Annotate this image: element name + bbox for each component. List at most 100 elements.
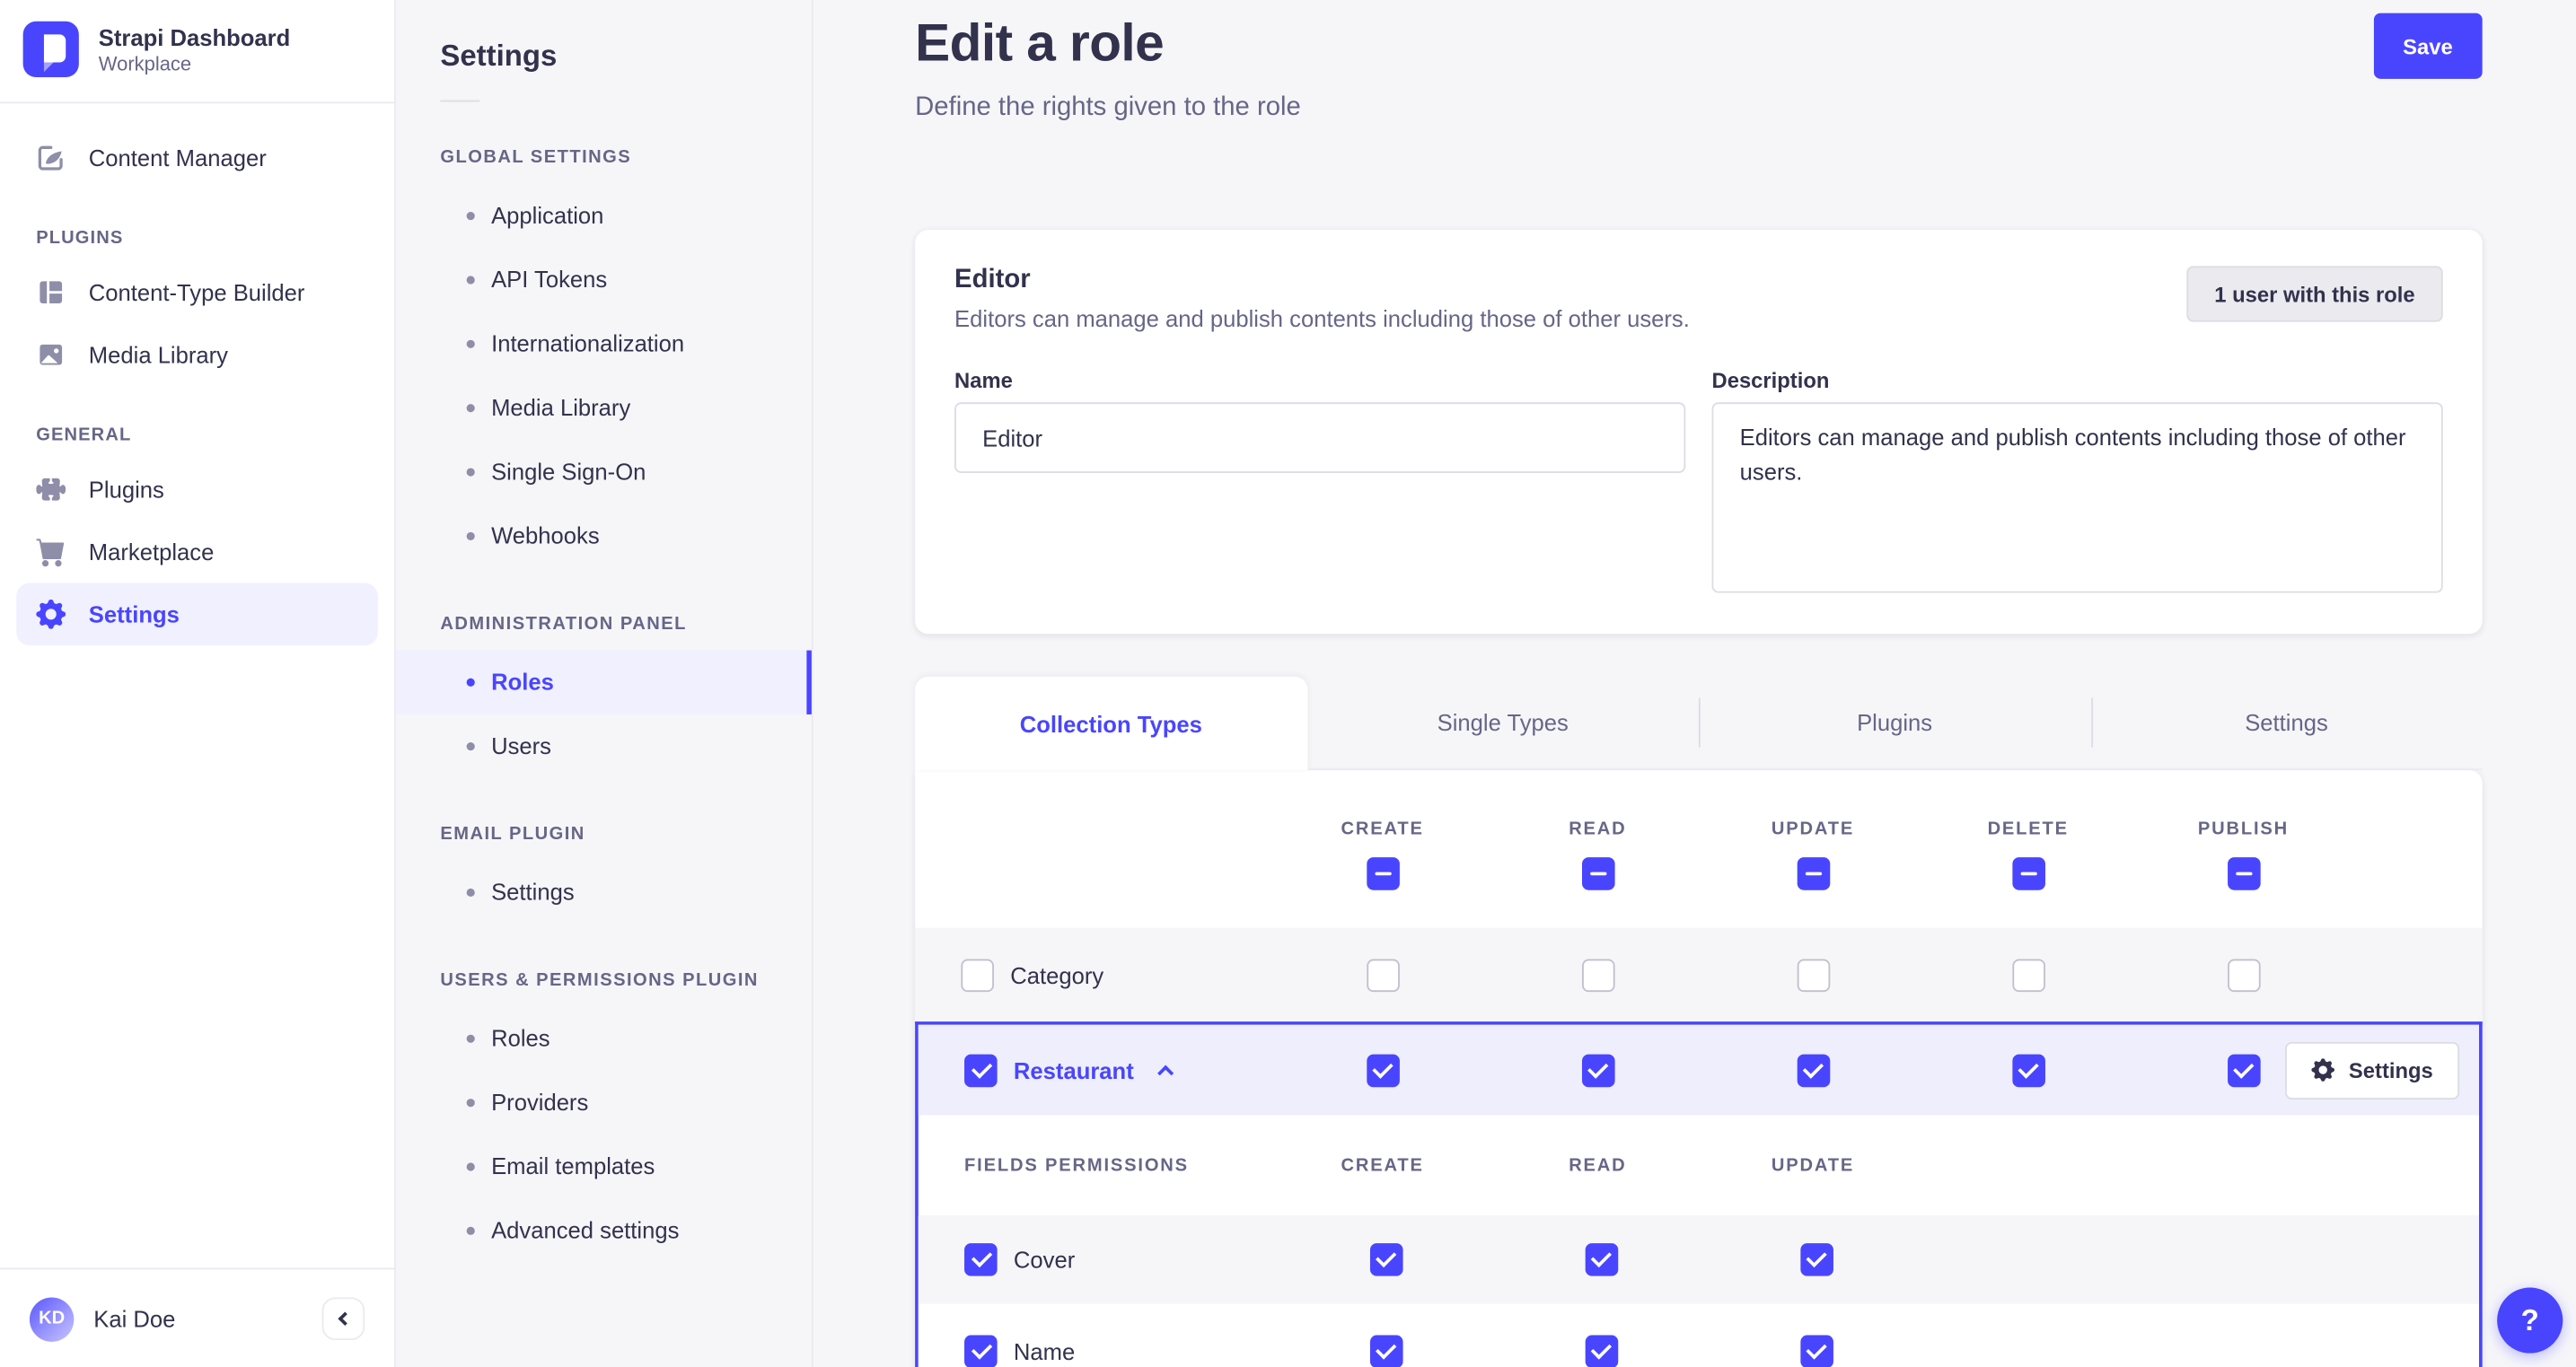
checkbox-cover-read[interactable] xyxy=(1584,1243,1618,1276)
nav-section-plugins: PLUGINS xyxy=(36,228,124,249)
nav-item-label: Content-Type Builder xyxy=(88,279,305,306)
subnav-item-application[interactable]: Application xyxy=(396,184,812,248)
subnav-item-internationalization[interactable]: Internationalization xyxy=(396,312,812,376)
cell-read xyxy=(1493,1243,1709,1276)
subnav-item-email-settings[interactable]: Settings xyxy=(396,861,812,924)
page-title: Edit a role xyxy=(915,13,1165,73)
checkbox-restaurant-read[interactable] xyxy=(1581,1053,1614,1087)
description-textarea[interactable]: Editors can manage and publish contents … xyxy=(1711,402,2443,593)
fields-permissions-label: FIELDS PERMISSIONS xyxy=(964,1155,1189,1176)
cell-delete xyxy=(1921,1053,2136,1087)
role-card-titles: Editor Editors can manage and publish co… xyxy=(954,266,1690,331)
user-name: Kai Doe xyxy=(93,1305,176,1332)
cell-update xyxy=(1705,1053,1921,1087)
restaurant-settings-button[interactable]: Settings xyxy=(2284,1041,2460,1100)
checkbox-restaurant-delete[interactable] xyxy=(2011,1053,2045,1087)
sidebar-collapse-button[interactable] xyxy=(321,1297,365,1341)
cart-icon xyxy=(36,537,66,567)
settings-button-label: Settings xyxy=(2348,1057,2433,1082)
brand-text: Strapi Dashboard Workplace xyxy=(99,22,291,76)
nav-item-marketplace[interactable]: Marketplace xyxy=(16,521,378,583)
row-label[interactable]: Category xyxy=(1010,961,1103,987)
subnav-item-api-tokens[interactable]: API Tokens xyxy=(396,248,812,311)
users-with-role-button[interactable]: 1 user with this role xyxy=(2186,266,2443,322)
nav-item-plugins[interactable]: Plugins xyxy=(16,458,378,521)
cell-update xyxy=(1709,1334,1924,1367)
checkbox-restaurant-create[interactable] xyxy=(1366,1053,1399,1087)
column-read: READ xyxy=(1490,770,1706,928)
workspace-switcher[interactable]: Strapi Dashboard Workplace xyxy=(0,0,394,101)
checkbox-cover-update[interactable] xyxy=(1799,1243,1833,1276)
subnav-item-providers[interactable]: Providers xyxy=(396,1071,812,1135)
checkbox-restaurant-all[interactable] xyxy=(964,1053,998,1087)
checkbox-category-create[interactable] xyxy=(1366,958,1399,992)
name-input[interactable] xyxy=(954,402,1686,473)
row-label[interactable]: Restaurant xyxy=(1014,1056,1134,1082)
layout-icon xyxy=(36,277,66,307)
checkbox-restaurant-update[interactable] xyxy=(1796,1053,1830,1087)
feather-pen-icon xyxy=(36,143,66,172)
subnav-item-media-library[interactable]: Media Library xyxy=(396,376,812,440)
checkbox-name-create[interactable] xyxy=(1369,1334,1402,1367)
chevron-up-icon[interactable] xyxy=(1157,1065,1174,1082)
nav-item-label: Plugins xyxy=(88,476,164,503)
checkbox-cover-all[interactable] xyxy=(964,1243,998,1276)
checkbox-name-update[interactable] xyxy=(1799,1334,1833,1367)
nav-item-media-library[interactable]: Media Library xyxy=(16,323,378,386)
column-label: PUBLISH xyxy=(2197,819,2290,839)
description-field-group: Description Editors can manage and publi… xyxy=(1711,367,2443,601)
cell-publish xyxy=(2136,958,2352,992)
help-button[interactable]: ? xyxy=(2497,1287,2563,1354)
checkbox-name-all[interactable] xyxy=(964,1334,998,1367)
tab-collection-types[interactable]: Collection Types xyxy=(915,676,1307,771)
subnav-section-email-plugin: EMAIL PLUGIN Settings xyxy=(396,825,812,925)
tab-settings[interactable]: Settings xyxy=(2090,677,2483,771)
permissions-section: Collection Types Single Types Plugins Se… xyxy=(915,676,2483,1367)
save-button[interactable]: Save xyxy=(2373,13,2483,79)
subnav-item-advanced-settings[interactable]: Advanced settings xyxy=(396,1199,812,1263)
subnav-section-global-settings: GLOBAL SETTINGS Application API Tokens I… xyxy=(396,148,812,568)
subnav-section-label: ADMINISTRATION PANEL xyxy=(440,614,687,635)
page-subtitle: Define the rights given to the role xyxy=(915,93,1301,122)
checkbox-select-all-update[interactable] xyxy=(1796,857,1830,890)
description-field-label: Description xyxy=(1711,367,1830,393)
chevron-left-icon xyxy=(338,1311,352,1327)
checkbox-name-read[interactable] xyxy=(1584,1334,1618,1367)
checkbox-category-publish[interactable] xyxy=(2227,958,2260,992)
checkbox-select-all-read[interactable] xyxy=(1581,857,1614,890)
permission-row-restaurant: Restaurant Settings xyxy=(918,1024,2480,1116)
subnav-item-single-sign-on[interactable]: Single Sign-On xyxy=(396,440,812,504)
subnav-item-webhooks[interactable]: Webhooks xyxy=(396,504,812,568)
checkbox-category-delete[interactable] xyxy=(2011,958,2045,992)
subnav-section-users-permissions-plugin: USERS & PERMISSIONS PLUGIN Roles Provide… xyxy=(396,970,812,1263)
checkbox-select-all-delete[interactable] xyxy=(2011,857,2045,890)
nav-item-content-type-builder[interactable]: Content-Type Builder xyxy=(16,261,378,324)
fields-column-create: CREATE xyxy=(1341,1155,1424,1176)
checkbox-category-all[interactable] xyxy=(961,958,994,992)
nav-section-general: GENERAL xyxy=(36,425,132,445)
nav-item-content-manager[interactable]: Content Manager xyxy=(16,127,378,189)
cell-read xyxy=(1490,958,1706,992)
subnav-item-roles-admin[interactable]: Roles xyxy=(395,650,812,714)
checkbox-select-all-create[interactable] xyxy=(1366,857,1399,890)
avatar[interactable]: KD xyxy=(29,1296,75,1341)
cell-create xyxy=(1275,1053,1490,1087)
checkbox-category-update[interactable] xyxy=(1796,958,1830,992)
row-label: Cover xyxy=(1013,1246,1076,1274)
gear-icon xyxy=(36,599,66,629)
settings-subnav: Settings GLOBAL SETTINGS Application API… xyxy=(395,0,813,1367)
checkbox-cover-create[interactable] xyxy=(1369,1243,1402,1276)
checkbox-category-read[interactable] xyxy=(1581,958,1614,992)
subnav-item-email-templates[interactable]: Email templates xyxy=(396,1135,812,1198)
nav-item-settings[interactable]: Settings xyxy=(16,583,378,646)
divider xyxy=(440,100,480,102)
checkbox-select-all-publish[interactable] xyxy=(2227,857,2260,890)
subnav-title: Settings xyxy=(440,39,558,73)
tab-single-types[interactable]: Single Types xyxy=(1306,677,1699,771)
app-viewport: Strapi Dashboard Workplace Content Manag… xyxy=(0,0,2576,1367)
subnav-item-users[interactable]: Users xyxy=(396,714,812,778)
checkbox-restaurant-publish[interactable] xyxy=(2227,1053,2260,1087)
tab-plugins[interactable]: Plugins xyxy=(1698,677,2091,771)
subnav-item-roles-up[interactable]: Roles xyxy=(396,1007,812,1071)
permission-row-category: Category xyxy=(915,927,2483,1022)
